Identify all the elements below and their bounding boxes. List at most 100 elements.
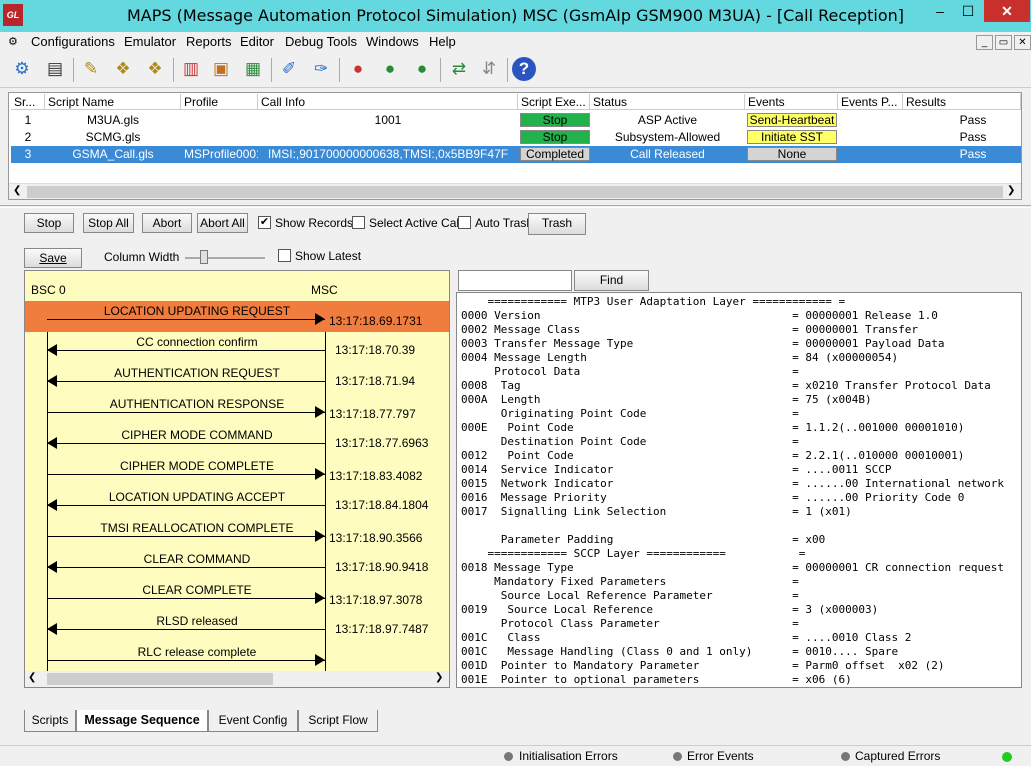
- tab-script-flow[interactable]: Script Flow: [298, 710, 378, 732]
- script-group-icon[interactable]: ❖: [142, 56, 168, 82]
- column-header-script-exe[interactable]: Script Exe...: [518, 94, 590, 110]
- close-button[interactable]: ✕: [984, 0, 1030, 22]
- tools-icon[interactable]: ✑: [308, 56, 334, 82]
- sequence-message-row[interactable]: RLSD released 13:17:18.97.7487: [25, 611, 449, 642]
- sequence-message-row[interactable]: AUTHENTICATION RESPONSE 13:17:18.77.797: [25, 394, 449, 425]
- maximize-button[interactable]: ☐: [954, 0, 982, 22]
- column-width-slider-handle[interactable]: [200, 250, 208, 264]
- toolbar-separator: [73, 58, 74, 82]
- grid-horizontal-scrollbar[interactable]: ❮ ❯: [9, 183, 1021, 199]
- settings-gear-icon[interactable]: ⚙: [9, 56, 35, 82]
- disconnect-icon[interactable]: ⇵: [476, 56, 502, 82]
- sequence-message-row[interactable]: CC connection confirm 13:17:18.70.39: [25, 332, 449, 363]
- scroll-left-icon[interactable]: ❮: [13, 185, 21, 196]
- message-arrow-line: [47, 598, 325, 599]
- tab-event-config[interactable]: Event Config: [208, 710, 298, 732]
- show-records-checkbox[interactable]: ✔: [258, 216, 271, 229]
- scroll-left-icon[interactable]: ❮: [28, 672, 36, 683]
- sequence-message-row[interactable]: TMSI REALLOCATION COMPLETE 13:17:18.90.35…: [25, 518, 449, 549]
- connect-icon[interactable]: ⇄: [446, 56, 472, 82]
- sequence-message-row[interactable]: LOCATION UPDATING REQUEST 13:17:18.69.173…: [25, 301, 449, 332]
- sequence-message-row[interactable]: CIPHER MODE COMPLETE 13:17:18.83.4082: [25, 456, 449, 487]
- table-row[interactable]: 2 SCMG.gls Stop Subsystem-Allowed Initia…: [11, 129, 1021, 146]
- scrollbar-thumb[interactable]: [47, 673, 273, 685]
- trash-button[interactable]: Trash: [528, 213, 586, 235]
- menu-debug-tools[interactable]: Debug Tools: [285, 34, 357, 49]
- decode-line: 0012 Point Code = 2.2.1(..010000 0001000…: [461, 449, 965, 462]
- mdi-minimize-button[interactable]: _: [976, 35, 993, 50]
- menu-editor[interactable]: Editor: [240, 34, 274, 49]
- column-header-events[interactable]: Events: [745, 94, 838, 110]
- menu-help[interactable]: Help: [429, 34, 456, 49]
- decode-line: 0018 Message Type = 00000001 CR connecti…: [461, 561, 1005, 574]
- toolbar-separator: [507, 58, 508, 82]
- script-completed-button[interactable]: Completed: [520, 147, 590, 161]
- abort-button[interactable]: Abort: [142, 213, 192, 233]
- column-header-script-name[interactable]: Script Name: [45, 94, 181, 110]
- stop-all-button[interactable]: Stop All: [83, 213, 134, 233]
- tab-message-sequence[interactable]: Message Sequence: [76, 710, 208, 732]
- menu-configurations[interactable]: Configurations: [31, 34, 115, 49]
- menu-windows[interactable]: Windows: [366, 34, 419, 49]
- sequence-message-row[interactable]: RLC release complete: [25, 642, 449, 673]
- select-active-call-checkbox[interactable]: [352, 216, 365, 229]
- menu-reports[interactable]: Reports: [186, 34, 232, 49]
- status-error-events[interactable]: Error Events: [687, 749, 754, 763]
- decode-line: Parameter Padding = x00: [461, 533, 826, 546]
- script-stop-button[interactable]: Stop: [520, 113, 590, 127]
- status-initialisation-errors[interactable]: Initialisation Errors: [519, 749, 618, 763]
- database-icon[interactable]: ▦: [240, 56, 266, 82]
- stop-button[interactable]: Stop: [24, 213, 74, 233]
- column-header-call-info[interactable]: Call Info: [258, 94, 518, 110]
- menu-emulator[interactable]: Emulator: [124, 34, 176, 49]
- scroll-right-icon[interactable]: ❯: [435, 672, 443, 683]
- event-none-button[interactable]: None: [747, 147, 837, 161]
- column-width-slider[interactable]: [185, 257, 265, 259]
- arrow-left-icon: [47, 437, 57, 449]
- auto-trash-checkbox[interactable]: [458, 216, 471, 229]
- script-stop-button[interactable]: Stop: [520, 130, 590, 144]
- sequence-horizontal-scrollbar[interactable]: ❮ ❯: [25, 671, 449, 687]
- status-captured-errors[interactable]: Captured Errors: [855, 749, 940, 763]
- minimize-button[interactable]: –: [926, 0, 954, 22]
- play-script-icon[interactable]: ●: [409, 56, 435, 82]
- column-header-events-p[interactable]: Events P...: [838, 94, 903, 110]
- briefcase-icon[interactable]: ▣: [208, 56, 234, 82]
- mdi-close-button[interactable]: ✕: [1014, 35, 1031, 50]
- pane-splitter[interactable]: [0, 205, 1031, 208]
- abort-all-button[interactable]: Abort All: [197, 213, 248, 233]
- table-row[interactable]: 1 M3UA.gls 1001 Stop ASP Active Send-Hea…: [11, 112, 1021, 129]
- scroll-right-icon[interactable]: ❯: [1007, 185, 1015, 196]
- call-script-icon[interactable]: ●: [377, 56, 403, 82]
- profile-books-icon[interactable]: ▥: [178, 56, 204, 82]
- sequence-message-row[interactable]: CLEAR COMPLETE 13:17:18.97.3078: [25, 580, 449, 611]
- mdi-restore-button[interactable]: ▭: [995, 35, 1012, 50]
- event-send-heartbeat-button[interactable]: Send-Heartbeat: [747, 113, 837, 127]
- tab-scripts[interactable]: Scripts: [24, 710, 76, 732]
- edit-pen-icon[interactable]: ✐: [276, 56, 302, 82]
- sequence-message-row[interactable]: CIPHER MODE COMMAND 13:17:18.77.6963: [25, 425, 449, 456]
- sequence-message-row[interactable]: LOCATION UPDATING ACCEPT 13:17:18.84.1804: [25, 487, 449, 518]
- message-arrow-line: [47, 350, 325, 351]
- script-run-icon[interactable]: ❖: [110, 56, 136, 82]
- document-list-icon[interactable]: ▤: [42, 56, 68, 82]
- column-header-sr[interactable]: Sr...: [11, 94, 45, 110]
- column-header-results[interactable]: Results: [903, 94, 1021, 110]
- decode-line: 0008 Tag = x0210 Transfer Protocol Data: [461, 379, 991, 392]
- help-icon[interactable]: ?: [512, 57, 536, 81]
- column-header-status[interactable]: Status: [590, 94, 745, 110]
- column-header-profile[interactable]: Profile: [181, 94, 258, 110]
- decode-line: 001D Pointer to Mandatory Parameter = Pa…: [461, 659, 945, 672]
- sequence-message-row[interactable]: AUTHENTICATION REQUEST 13:17:18.71.94: [25, 363, 449, 394]
- find-button[interactable]: Find: [574, 270, 649, 291]
- stop-script-icon[interactable]: ●: [345, 56, 371, 82]
- find-input[interactable]: [458, 270, 572, 291]
- event-initiate-sst-button[interactable]: Initiate SST: [747, 130, 837, 144]
- save-button[interactable]: Save: [24, 248, 82, 268]
- scrollbar-thumb[interactable]: [27, 186, 1003, 198]
- sequence-message-row[interactable]: CLEAR COMMAND 13:17:18.90.9418: [25, 549, 449, 580]
- message-label: CIPHER MODE COMMAND: [121, 428, 273, 442]
- table-row-selected[interactable]: 3 GSMA_Call.gls MSProfile0001 IMSI:,9017…: [11, 146, 1021, 163]
- script-edit-icon[interactable]: ✎: [78, 56, 104, 82]
- show-latest-checkbox[interactable]: [278, 249, 291, 262]
